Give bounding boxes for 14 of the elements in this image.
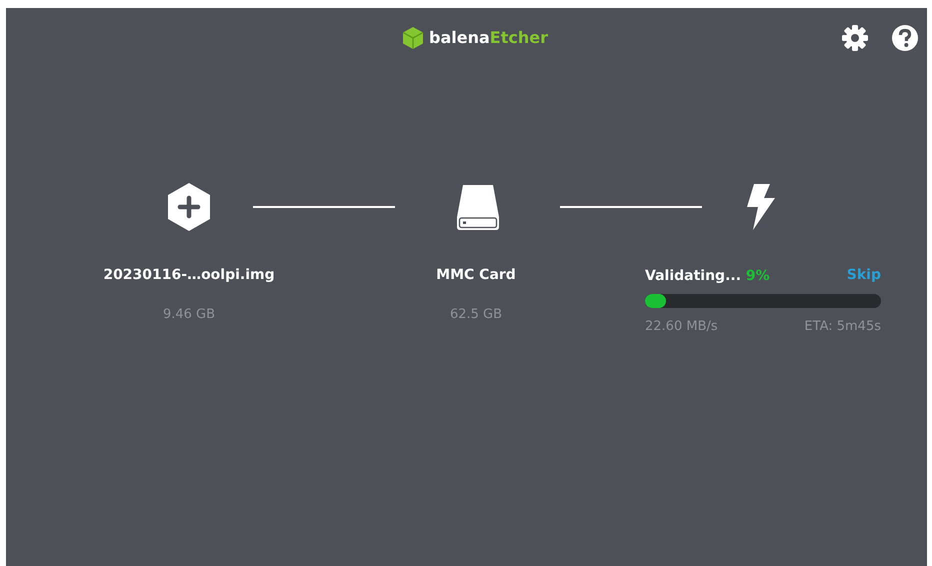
settings-icon[interactable]: [841, 24, 869, 52]
size-text: 62.5 GB: [448, 306, 504, 324]
speed-text: 22.60 MB/s: [645, 318, 718, 336]
image-name[interactable]: 20230116-…oolpi.img: [71, 265, 307, 285]
add-image-icon[interactable]: [167, 182, 211, 232]
cube-icon: [402, 26, 424, 50]
lightning-icon[interactable]: [744, 183, 776, 231]
size-text: 9.46 GB: [162, 306, 216, 324]
drive-icon[interactable]: [455, 183, 501, 231]
eta-text: ETA: 5m45s: [804, 318, 881, 336]
drive-name[interactable]: MMC Card: [358, 265, 594, 285]
logo-text: balenaEtcher: [429, 27, 548, 49]
help-icon[interactable]: [891, 24, 919, 52]
progress-status: Validating... 9%: [645, 266, 770, 286]
